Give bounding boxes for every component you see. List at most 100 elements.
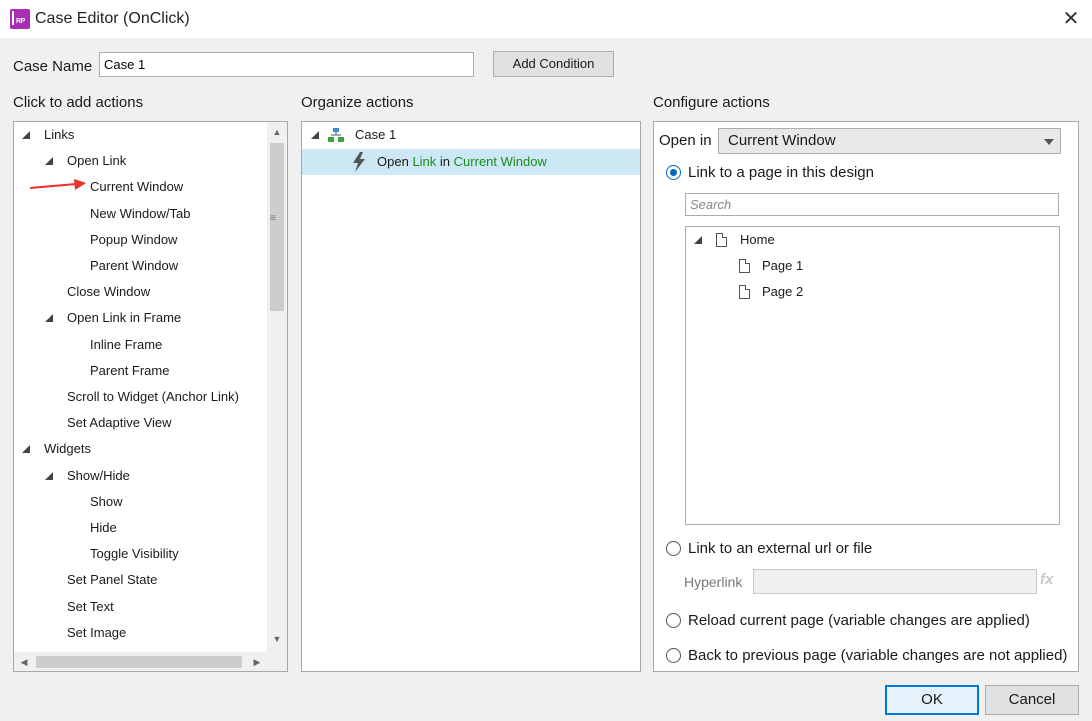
- scroll-down-icon[interactable]: ▼: [270, 632, 284, 646]
- case-row[interactable]: Case 1: [302, 123, 640, 147]
- action-text: Open Link in Current Window: [377, 149, 547, 175]
- expand-caret-icon[interactable]: [311, 131, 319, 139]
- radio-link-to-page-label[interactable]: Link to a page in this design: [688, 164, 874, 181]
- action-tree-item[interactable]: Popup Window: [14, 228, 267, 252]
- organize-actions-header: Organize actions: [301, 94, 414, 111]
- close-window-button[interactable]: ✕: [1060, 8, 1082, 30]
- scroll-up-icon[interactable]: ▲: [270, 125, 284, 139]
- action-tree-item[interactable]: Set Image: [14, 621, 267, 645]
- radio-back-page-label[interactable]: Back to previous page (variable changes …: [688, 647, 1067, 664]
- action-tree-label: Toggle Visibility: [90, 546, 179, 562]
- hyperlink-input[interactable]: [753, 569, 1037, 594]
- action-tree-item[interactable]: Scroll to Widget (Anchor Link): [14, 385, 267, 409]
- radio-external-url-label[interactable]: Link to an external url or file: [688, 540, 872, 557]
- action-tree-item[interactable]: Links: [14, 123, 267, 147]
- open-in-value: Current Window: [728, 132, 836, 149]
- scroll-grip-icon: ≡: [270, 213, 276, 224]
- window-title: Case Editor (OnClick): [35, 10, 190, 27]
- page-icon: [716, 233, 727, 247]
- action-tree-item[interactable]: Show/Hide: [14, 464, 267, 488]
- radio-link-to-page[interactable]: [666, 165, 681, 180]
- action-tree-item[interactable]: Close Window: [14, 280, 267, 304]
- page-row-page-1[interactable]: Page 1: [686, 254, 1058, 278]
- vertical-scrollbar[interactable]: ▲ ≡ ▼: [267, 122, 287, 652]
- action-tree-item[interactable]: Widgets: [14, 437, 267, 461]
- action-tree-item[interactable]: Hide: [14, 516, 267, 540]
- horizontal-scrollbar[interactable]: ◀ ▶: [14, 652, 267, 671]
- expand-caret-icon[interactable]: [22, 131, 30, 139]
- case-name-label: Case Name: [13, 58, 93, 75]
- action-target: Current Window: [453, 154, 547, 169]
- close-icon: ✕: [1062, 8, 1080, 30]
- expand-caret-icon[interactable]: [22, 445, 30, 454]
- action-tree-label: New Window/Tab: [90, 205, 191, 221]
- page-tree: Home Page 1 Page 2: [685, 226, 1060, 525]
- title-bar: RP Case Editor (OnClick) ✕: [0, 0, 1092, 38]
- action-tree-item[interactable]: Toggle Visibility: [14, 542, 267, 566]
- radio-reload-page-label[interactable]: Reload current page (variable changes ar…: [688, 612, 1030, 629]
- action-tree-label: Show: [90, 493, 123, 509]
- page-icon: [739, 259, 750, 273]
- scroll-corner: [267, 652, 287, 671]
- page-row-home[interactable]: Home: [686, 228, 1058, 252]
- lightning-icon: [353, 152, 365, 172]
- action-tree-item[interactable]: Show: [14, 490, 267, 514]
- action-tree-label: Inline Frame: [90, 336, 163, 352]
- action-tree-label: Open Link in Frame: [67, 310, 182, 326]
- action-tree-label: Parent Frame: [90, 362, 170, 378]
- ok-button[interactable]: OK: [885, 685, 979, 715]
- scroll-left-icon[interactable]: ◀: [17, 655, 31, 669]
- case-flow-icon: [328, 128, 344, 142]
- radio-external-url[interactable]: [666, 541, 681, 556]
- case-name-input[interactable]: [99, 52, 474, 77]
- action-tree-item[interactable]: Parent Frame: [14, 359, 267, 383]
- selected-action-row[interactable]: Open Link in Current Window: [302, 149, 640, 175]
- open-in-label: Open in: [659, 132, 712, 149]
- radio-back-page[interactable]: [666, 648, 681, 663]
- action-tree-item[interactable]: Set Text: [14, 595, 267, 619]
- case-label: Case 1: [355, 127, 397, 142]
- action-tree-item[interactable]: New Window/Tab: [14, 202, 267, 226]
- action-tree-label: Set Adaptive View: [67, 415, 172, 431]
- configure-actions-panel: Open in Current Window Link to a page in…: [653, 121, 1079, 672]
- page-search-input[interactable]: [685, 193, 1059, 216]
- add-actions-header: Click to add actions: [13, 94, 144, 111]
- action-tree-label: Open Link: [67, 153, 127, 169]
- action-tree-item[interactable]: Inline Frame: [14, 333, 267, 357]
- vertical-scroll-thumb[interactable]: [270, 143, 284, 311]
- open-in-dropdown[interactable]: Current Window: [718, 128, 1061, 154]
- action-tree-label: Popup Window: [90, 231, 178, 247]
- action-tree-item[interactable]: Set Panel State: [14, 568, 267, 592]
- configure-actions-header: Configure actions: [653, 94, 770, 111]
- action-tree-item[interactable]: Open Link: [14, 149, 267, 173]
- action-tree-item[interactable]: Set Adaptive View: [14, 411, 267, 435]
- chevron-down-icon: [1044, 139, 1054, 145]
- action-tree-item[interactable]: Parent Window: [14, 254, 267, 278]
- expand-caret-icon[interactable]: [694, 236, 702, 244]
- axure-app-icon: RP: [10, 9, 30, 29]
- red-arrow-annotation: [30, 179, 86, 190]
- fx-icon[interactable]: fx: [1040, 571, 1053, 588]
- action-preposition: in: [439, 154, 451, 169]
- app-icon-text: RP: [16, 18, 25, 25]
- page-label: Page 2: [762, 284, 804, 299]
- radio-reload-page[interactable]: [666, 613, 681, 628]
- cancel-button[interactable]: Cancel: [985, 685, 1079, 715]
- action-tree-label: Links: [44, 127, 75, 142]
- expand-caret-icon[interactable]: [45, 157, 53, 166]
- page-row-page-2[interactable]: Page 2: [686, 280, 1058, 304]
- action-tree-item[interactable]: Open Link in Frame: [14, 306, 267, 330]
- page-icon: [739, 285, 750, 299]
- action-object: Link: [412, 154, 437, 169]
- action-tree-label: Set Panel State: [67, 572, 158, 588]
- expand-caret-icon[interactable]: [45, 314, 53, 323]
- action-tree-label: Parent Window: [90, 258, 179, 273]
- horizontal-scroll-thumb[interactable]: [36, 656, 242, 668]
- hyperlink-label: Hyperlink: [684, 574, 743, 590]
- action-tree-label: Set Text: [67, 598, 114, 614]
- expand-caret-icon[interactable]: [45, 471, 53, 480]
- scroll-right-icon[interactable]: ▶: [250, 655, 264, 669]
- organize-actions-tree: Case 1 Open Link in Current Window: [301, 121, 641, 672]
- action-verb: Open: [377, 154, 409, 169]
- add-condition-button[interactable]: Add Condition: [493, 51, 614, 77]
